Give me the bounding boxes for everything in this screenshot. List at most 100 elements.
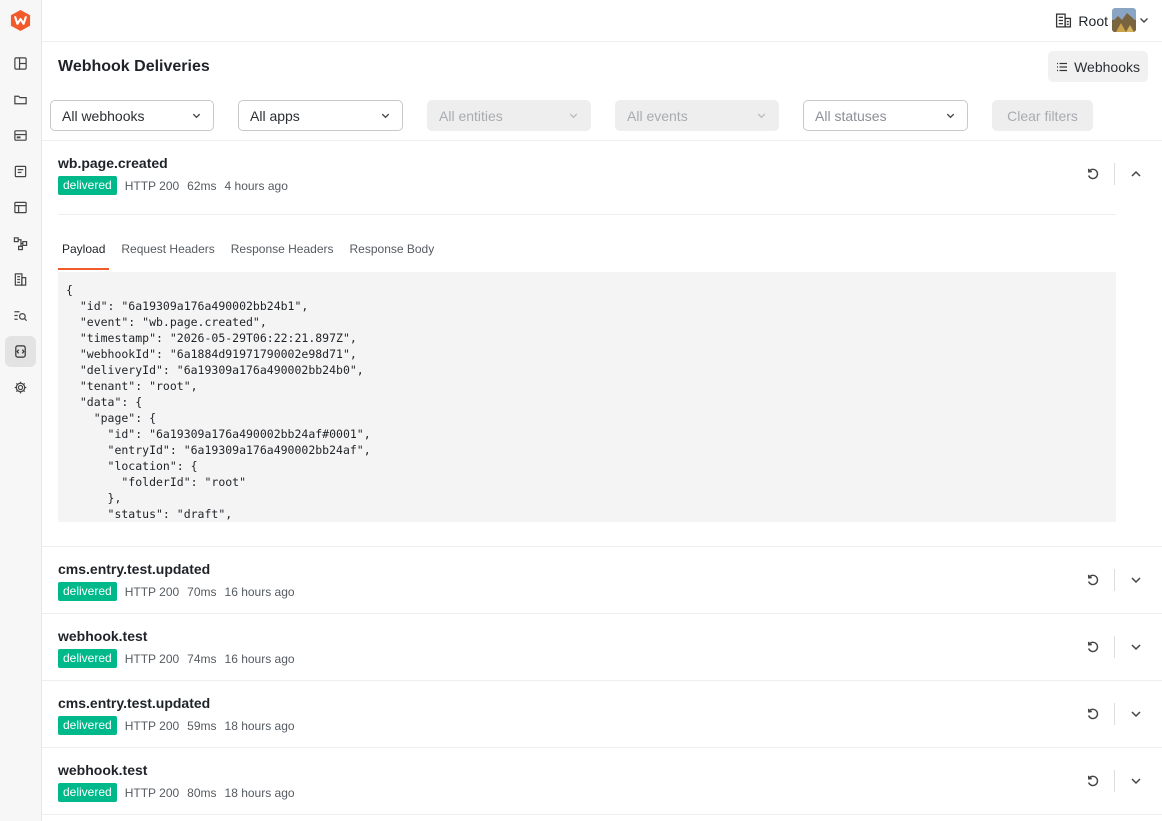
- delivery-meta: delivered HTTP 200 62ms 4 hours ago: [58, 176, 288, 195]
- app-filter-select[interactable]: All apps: [238, 100, 403, 131]
- table-icon[interactable]: [5, 192, 36, 223]
- tab-response-body[interactable]: Response Body: [346, 237, 439, 270]
- duration: 70ms: [187, 584, 217, 599]
- page-title: Webhook Deliveries: [58, 58, 210, 75]
- timestamp: 16 hours ago: [224, 651, 295, 666]
- tab-response-headers[interactable]: Response Headers: [227, 237, 338, 270]
- folder-icon[interactable]: [5, 84, 36, 115]
- delivery-event-name: wb.page.created: [58, 155, 168, 171]
- delivery-event-name: cms.entry.test.updated: [58, 561, 211, 577]
- timestamp: 4 hours ago: [224, 178, 288, 193]
- http-status: HTTP 200: [124, 785, 180, 800]
- app-filter-value: All apps: [250, 107, 300, 124]
- chevron-down-icon[interactable]: [1124, 635, 1148, 659]
- dashboard-icon[interactable]: [5, 48, 36, 79]
- status-badge: delivered: [58, 582, 117, 601]
- chevron-up-icon[interactable]: [1124, 162, 1148, 186]
- redeliver-icon[interactable]: [1081, 702, 1105, 726]
- payload-json: { "id": "6a19309a176a490002bb24b1", "eve…: [66, 283, 371, 521]
- delivery-event-name: cms.entry.test.updated: [58, 695, 211, 711]
- divider: [1114, 703, 1115, 725]
- delivery-item[interactable]: cms.entry.test.updated delivered HTTP 20…: [42, 547, 1162, 614]
- detail-tabs: Payload Request Headers Response Headers…: [58, 237, 446, 270]
- delivery-meta: delivered HTTP 200 80ms 18 hours ago: [58, 783, 295, 802]
- webhook-filter-select[interactable]: All webhooks: [50, 100, 214, 131]
- chevron-down-icon: [192, 113, 201, 119]
- avatar: [1112, 8, 1136, 32]
- chevron-down-icon[interactable]: [1124, 702, 1148, 726]
- page-header: Webhook Deliveries Webhooks: [42, 42, 1162, 92]
- divider: [1114, 636, 1115, 658]
- topbar: Root: [42, 0, 1162, 42]
- status-badge: delivered: [58, 783, 117, 802]
- app-root: Root Webhook Deliveries Webhooks All web…: [0, 0, 1162, 821]
- webhooks-button-label: Webhooks: [1074, 58, 1140, 75]
- delivery-event-name: webhook.test: [58, 628, 148, 644]
- search-logs-icon[interactable]: [5, 300, 36, 331]
- duration: 59ms: [187, 718, 217, 733]
- event-filter-value: All events: [627, 107, 688, 124]
- entity-filter-select: All entities: [427, 100, 591, 131]
- chevron-down-icon[interactable]: [1124, 568, 1148, 592]
- delivery-meta: delivered HTTP 200 74ms 16 hours ago: [58, 649, 295, 668]
- http-status: HTTP 200: [124, 651, 180, 666]
- delivery-actions: [1081, 162, 1148, 186]
- tab-request-headers[interactable]: Request Headers: [117, 237, 218, 270]
- timestamp: 16 hours ago: [224, 584, 295, 599]
- divider: [58, 214, 1116, 215]
- filters-bar: All webhooks All apps All entities All e…: [42, 92, 1162, 141]
- chevron-down-icon: [946, 113, 955, 119]
- tenant-switcher[interactable]: Root: [1055, 10, 1108, 31]
- chevron-down-icon: [569, 113, 578, 119]
- timestamp: 18 hours ago: [224, 785, 295, 800]
- delivery-item[interactable]: webhook.test delivered HTTP 200 74ms 16 …: [42, 614, 1162, 681]
- http-status: HTTP 200: [124, 718, 180, 733]
- delivery-item[interactable]: wb.page.created delivered HTTP 200 62ms …: [42, 141, 1162, 547]
- sidebar: [0, 0, 42, 821]
- status-badge: delivered: [58, 176, 117, 195]
- status-filter-select[interactable]: All statuses: [803, 100, 968, 131]
- logo-icon[interactable]: [9, 9, 32, 32]
- chevron-down-icon: [1140, 18, 1148, 23]
- redeliver-icon[interactable]: [1081, 162, 1105, 186]
- redeliver-icon[interactable]: [1081, 769, 1105, 793]
- delivery-item[interactable]: webhook.test delivered HTTP 200 80ms 18 …: [42, 748, 1162, 815]
- divider: [1114, 163, 1115, 185]
- timestamp: 18 hours ago: [224, 718, 295, 733]
- chevron-down-icon: [757, 113, 766, 119]
- settings-icon[interactable]: [5, 372, 36, 403]
- divider: [1114, 770, 1115, 792]
- forms-icon[interactable]: [5, 156, 36, 187]
- chevron-down-icon[interactable]: [1124, 769, 1148, 793]
- redeliver-icon[interactable]: [1081, 635, 1105, 659]
- duration: 62ms: [187, 178, 217, 193]
- delivery-actions: [1081, 769, 1148, 793]
- webhook-filter-value: All webhooks: [62, 107, 145, 124]
- delivery-actions: [1081, 568, 1148, 592]
- delivery-event-name: webhook.test: [58, 762, 148, 778]
- list-icon: [1057, 62, 1068, 71]
- webhooks-icon[interactable]: [5, 336, 36, 367]
- workflow-icon[interactable]: [5, 228, 36, 259]
- webhooks-button[interactable]: Webhooks: [1048, 51, 1148, 82]
- tenants-icon[interactable]: [5, 264, 36, 295]
- status-badge: delivered: [58, 716, 117, 735]
- building-icon: [1056, 13, 1072, 28]
- redeliver-icon[interactable]: [1081, 568, 1105, 592]
- entity-filter-value: All entities: [439, 107, 503, 124]
- clear-filters-button: Clear filters: [992, 100, 1093, 131]
- payload-code-block[interactable]: { "id": "6a19309a176a490002bb24b1", "eve…: [58, 272, 1116, 522]
- delivery-meta: delivered HTTP 200 59ms 18 hours ago: [58, 716, 295, 735]
- event-filter-select: All events: [615, 100, 779, 131]
- delivery-item[interactable]: cms.entry.test.updated delivered HTTP 20…: [42, 681, 1162, 748]
- storage-icon[interactable]: [5, 120, 36, 151]
- user-menu[interactable]: [1112, 8, 1150, 32]
- duration: 80ms: [187, 785, 217, 800]
- status-badge: delivered: [58, 649, 117, 668]
- tenant-label: Root: [1078, 12, 1108, 29]
- delivery-meta: delivered HTTP 200 70ms 16 hours ago: [58, 582, 295, 601]
- delivery-actions: [1081, 635, 1148, 659]
- divider: [1114, 569, 1115, 591]
- tab-payload[interactable]: Payload: [58, 237, 110, 270]
- http-status: HTTP 200: [124, 178, 180, 193]
